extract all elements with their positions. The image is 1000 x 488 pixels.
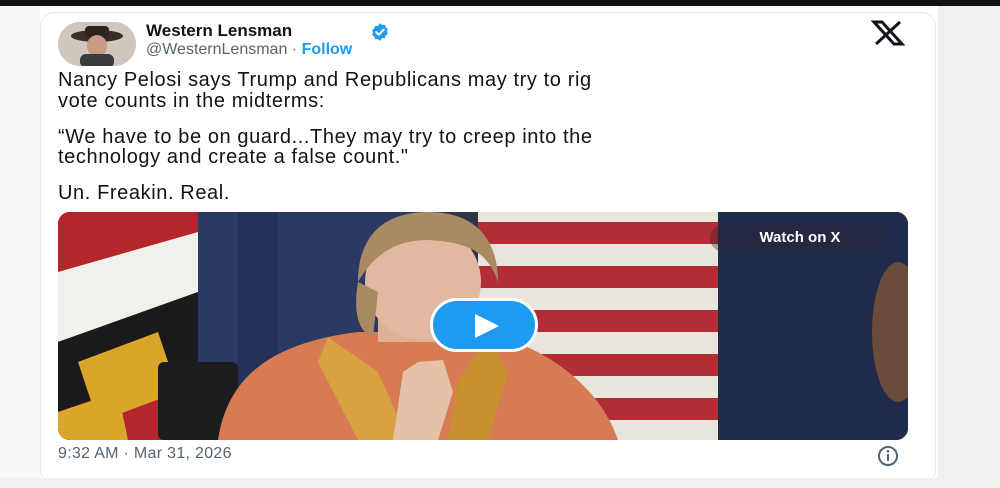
- avatar[interactable]: [58, 22, 136, 66]
- watch-on-x-button[interactable]: Watch on X: [710, 224, 890, 252]
- tweet-text-line: “We have to be on guard...They may try t…: [58, 126, 593, 148]
- x-logo-icon[interactable]: [870, 20, 906, 46]
- tweet-text-line: technology and create a false count.": [58, 146, 409, 168]
- tweet-text-line: Un. Freakin. Real.: [58, 182, 230, 204]
- tweet-text-line: vote counts in the midterms:: [58, 90, 325, 112]
- separator-dot: ·: [291, 41, 298, 58]
- verified-badge-icon: [372, 23, 388, 41]
- window-top-border: [0, 0, 1000, 6]
- page-right-margin: [938, 6, 1000, 488]
- tweet-text-line: Nancy Pelosi says Trump and Republicans …: [58, 69, 592, 91]
- info-icon[interactable]: [876, 444, 900, 468]
- author-name[interactable]: Western Lensman: [146, 20, 292, 42]
- play-button[interactable]: [430, 298, 538, 352]
- follow-button[interactable]: Follow: [302, 41, 353, 58]
- author-handle[interactable]: @WesternLensman: [146, 41, 287, 58]
- page-bottom-margin: [0, 478, 938, 488]
- page-left-margin: [0, 6, 40, 488]
- tweet-timestamp[interactable]: 9:32 AM · Mar 31, 2026: [58, 444, 232, 464]
- play-icon: [475, 314, 499, 338]
- handle-row: @WesternLensman · Follow: [146, 40, 352, 60]
